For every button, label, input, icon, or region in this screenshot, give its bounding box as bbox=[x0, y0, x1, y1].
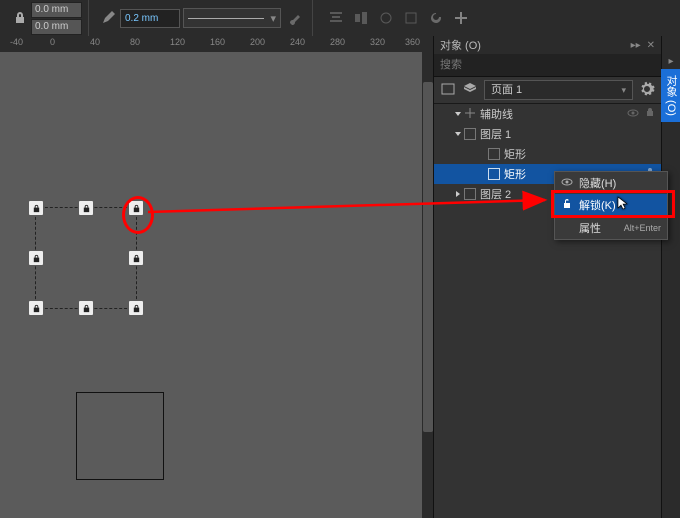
dock-side-tabs: ▸ 对象 (O) bbox=[661, 36, 680, 518]
objects-dock: 对象 (O) ▸▸ ✕ 搜索 页面 1 辅助线 图层 1 bbox=[433, 36, 680, 518]
locked-rectangle[interactable] bbox=[35, 207, 137, 309]
layer-swatch bbox=[464, 128, 476, 140]
ruler-tick: -40 bbox=[10, 37, 23, 47]
stroke-width-field[interactable]: 0.2 mm bbox=[120, 9, 180, 28]
tree-label: 图层 2 bbox=[480, 186, 511, 202]
rectangle-object[interactable] bbox=[76, 392, 164, 480]
align-btn-2[interactable] bbox=[350, 7, 372, 29]
align-group bbox=[319, 0, 478, 36]
align-btn-1[interactable] bbox=[325, 7, 347, 29]
lock-handle-icon bbox=[29, 201, 43, 215]
top-toolbar: 0.0 mm 0.0 mm 0.2 mm ▾ bbox=[0, 0, 680, 37]
ruler-tick: 200 bbox=[250, 37, 265, 47]
lock-icon[interactable] bbox=[645, 107, 655, 120]
ruler-tick: 80 bbox=[130, 37, 140, 47]
ruler-tick: 160 bbox=[210, 37, 225, 47]
ctx-properties[interactable]: 属性 Alt+Enter bbox=[555, 216, 667, 239]
layer-swatch bbox=[464, 188, 476, 200]
lock-handle-icon bbox=[79, 201, 93, 215]
panel-title: 对象 (O) bbox=[440, 37, 481, 53]
ruler-tick: 0 bbox=[50, 37, 55, 47]
layers-icon[interactable] bbox=[462, 81, 478, 100]
stroke-group: 0.2 mm ▾ bbox=[95, 0, 313, 36]
ruler-tick: 320 bbox=[370, 37, 385, 47]
ctx-shortcut: Alt+Enter bbox=[624, 223, 661, 233]
size-group: 0.0 mm 0.0 mm bbox=[6, 0, 89, 36]
expand-icon[interactable] bbox=[456, 191, 460, 197]
search-input[interactable]: 搜索 bbox=[434, 54, 661, 77]
tree-label: 图层 1 bbox=[480, 126, 511, 142]
expand-icon[interactable] bbox=[455, 132, 461, 136]
page-bar: 页面 1 bbox=[434, 77, 661, 104]
canvas[interactable] bbox=[0, 52, 434, 518]
width-field[interactable]: 0.0 mm bbox=[31, 2, 82, 18]
guides-icon bbox=[464, 107, 476, 122]
ctx-label: 属性 bbox=[579, 220, 601, 236]
layer-tree: 辅助线 图层 1 矩形 矩形 图层 2 bbox=[434, 104, 661, 518]
tree-label: 矩形 bbox=[504, 146, 526, 162]
height-field[interactable]: 0.0 mm bbox=[31, 19, 82, 35]
ctx-label: 隐藏(H) bbox=[579, 175, 616, 191]
lock-handle-icon bbox=[129, 251, 143, 265]
object-swatch bbox=[488, 168, 500, 180]
lock-handle-icon bbox=[79, 301, 93, 315]
ruler-tick: 40 bbox=[90, 37, 100, 47]
ruler-tick: 280 bbox=[330, 37, 345, 47]
line-style-dropdown[interactable]: ▾ bbox=[183, 8, 281, 28]
horizontal-ruler: -40 0 40 80 120 160 200 240 280 320 360 bbox=[0, 36, 434, 53]
unlock-icon bbox=[561, 198, 573, 213]
tree-guides[interactable]: 辅助线 bbox=[434, 104, 661, 124]
add-icon[interactable] bbox=[450, 7, 472, 29]
panel-header: 对象 (O) ▸▸ ✕ bbox=[434, 36, 661, 54]
settings-icon[interactable] bbox=[639, 81, 655, 100]
panel-collapse-icon[interactable]: ▸▸ bbox=[631, 40, 641, 51]
ruler-tick: 360 bbox=[405, 37, 420, 47]
ctx-unlock[interactable]: 解锁(K) bbox=[555, 194, 667, 216]
lock-handle-icon bbox=[129, 201, 143, 215]
ruler-tick: 120 bbox=[170, 37, 185, 47]
page-selector[interactable]: 页面 1 bbox=[484, 80, 633, 100]
lock-handle-icon bbox=[29, 251, 43, 265]
visibility-icon[interactable] bbox=[627, 107, 639, 122]
ctx-label: 解锁(K) bbox=[579, 197, 616, 213]
eye-icon bbox=[561, 176, 573, 191]
tree-label: 矩形 bbox=[504, 166, 526, 182]
brush-icon[interactable] bbox=[284, 7, 306, 29]
align-btn-3[interactable] bbox=[375, 7, 397, 29]
pen-icon bbox=[101, 9, 117, 28]
dock-expand-icon[interactable]: ▸ bbox=[668, 56, 673, 67]
tree-label: 辅助线 bbox=[480, 106, 513, 122]
lock-ratio-icon[interactable] bbox=[12, 9, 28, 28]
context-menu: 隐藏(H) 解锁(K) 属性 Alt+Enter bbox=[554, 171, 668, 240]
align-btn-4[interactable] bbox=[400, 7, 422, 29]
ctx-hide[interactable]: 隐藏(H) bbox=[555, 172, 667, 194]
object-swatch bbox=[488, 148, 500, 160]
ruler-tick: 240 bbox=[290, 37, 305, 47]
lock-handle-icon bbox=[129, 301, 143, 315]
lock-handle-icon bbox=[29, 301, 43, 315]
objects-tab[interactable]: 对象 (O) bbox=[661, 69, 680, 122]
expand-icon[interactable] bbox=[455, 112, 461, 116]
tree-rect-1[interactable]: 矩形 bbox=[434, 144, 661, 164]
panel-close-icon[interactable]: ✕ bbox=[647, 40, 655, 51]
refresh-icon[interactable] bbox=[425, 7, 447, 29]
master-page-icon[interactable] bbox=[440, 81, 456, 100]
tree-layer-1[interactable]: 图层 1 bbox=[434, 124, 661, 144]
